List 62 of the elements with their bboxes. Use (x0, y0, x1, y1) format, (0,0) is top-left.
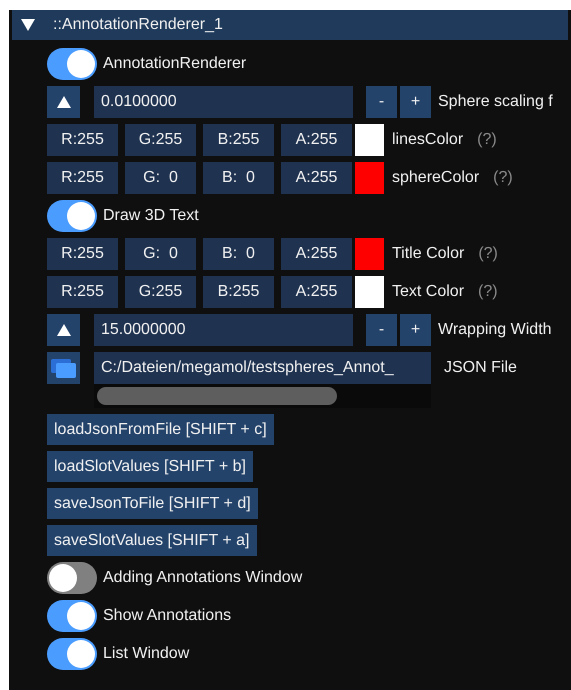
channel-field[interactable]: R:255 (47, 238, 118, 270)
toggle-label: Adding Annotations Window (103, 568, 302, 588)
channel-field[interactable]: R:255 (47, 124, 118, 156)
field-label: sphereColor (392, 168, 480, 188)
color-swatch[interactable] (355, 276, 384, 308)
toggle-switch[interactable] (47, 200, 97, 232)
channel-field[interactable]: A:255 (281, 276, 352, 308)
channel-field[interactable]: B: 0 (203, 162, 274, 194)
folder-icon (50, 357, 76, 379)
field-label: Sphere scaling f (438, 92, 553, 112)
action-button[interactable]: saveSlotValues [SHIFT + a] (47, 525, 256, 556)
toggle-switch[interactable] (47, 638, 97, 670)
increment-button[interactable]: + (400, 314, 431, 346)
channel-field[interactable]: G: 0 (125, 162, 196, 194)
channel-field[interactable]: R:255 (47, 162, 118, 194)
toggle-switch[interactable] (47, 600, 97, 632)
number-field[interactable]: 0.0100000 (94, 86, 353, 118)
channel-field[interactable]: A:255 (281, 124, 352, 156)
collapse-button[interactable] (47, 314, 80, 346)
action-button[interactable]: saveJsonToFile [SHIFT + d] (47, 488, 258, 519)
color-swatch[interactable] (355, 124, 384, 156)
action-button[interactable]: loadJsonFromFile [SHIFT + c] (47, 414, 274, 445)
action-button[interactable]: loadSlotValues [SHIFT + b] (47, 451, 253, 482)
field-label: Wrapping Width (438, 320, 552, 340)
channel-field[interactable]: A:255 (281, 238, 352, 270)
increment-button[interactable]: + (400, 86, 431, 118)
toggle-switch[interactable] (47, 48, 97, 80)
triangle-up-icon (56, 96, 70, 108)
color-swatch[interactable] (355, 238, 384, 270)
channel-field[interactable]: B:255 (203, 276, 274, 308)
path-field[interactable]: C:/Dateien/megamol/testspheres_Annot_ (94, 352, 431, 384)
channel-field[interactable]: G:255 (125, 124, 196, 156)
collapse-button[interactable] (47, 86, 80, 118)
folder-button[interactable] (47, 352, 80, 384)
field-label: Text Color (392, 282, 464, 302)
decrement-button[interactable]: - (366, 86, 397, 118)
help-marker[interactable]: (?) (477, 128, 497, 152)
help-marker[interactable]: (?) (493, 166, 513, 190)
decrement-button[interactable]: - (366, 314, 397, 346)
field-label: linesColor (392, 130, 464, 150)
help-marker[interactable]: (?) (478, 242, 498, 266)
field-label: JSON File (444, 358, 517, 378)
channel-field[interactable]: G: 0 (125, 238, 196, 270)
channel-field[interactable]: G:255 (125, 276, 196, 308)
toggle-switch[interactable] (47, 562, 97, 594)
section-header[interactable]: ::AnnotationRenderer_1 (12, 10, 568, 40)
toggle-label: Draw 3D Text (103, 206, 199, 226)
section-title: ::AnnotationRenderer_1 (53, 15, 223, 35)
scrollbar-thumb[interactable] (97, 387, 337, 405)
color-swatch[interactable] (355, 162, 384, 194)
help-marker[interactable]: (?) (478, 280, 498, 304)
channel-field[interactable]: A:255 (281, 162, 352, 194)
triangle-up-icon (56, 324, 70, 336)
field-label: Title Color (392, 244, 464, 264)
scrollbar-track[interactable] (94, 384, 431, 408)
number-field[interactable]: 15.0000000 (94, 314, 353, 346)
toggle-label: Show Annotations (103, 606, 232, 626)
channel-field[interactable]: B: 0 (203, 238, 274, 270)
channel-field[interactable]: R:255 (47, 276, 118, 308)
channel-field[interactable]: B:255 (203, 124, 274, 156)
toggle-label: List Window (103, 644, 190, 664)
toggle-label: AnnotationRenderer (103, 54, 246, 74)
